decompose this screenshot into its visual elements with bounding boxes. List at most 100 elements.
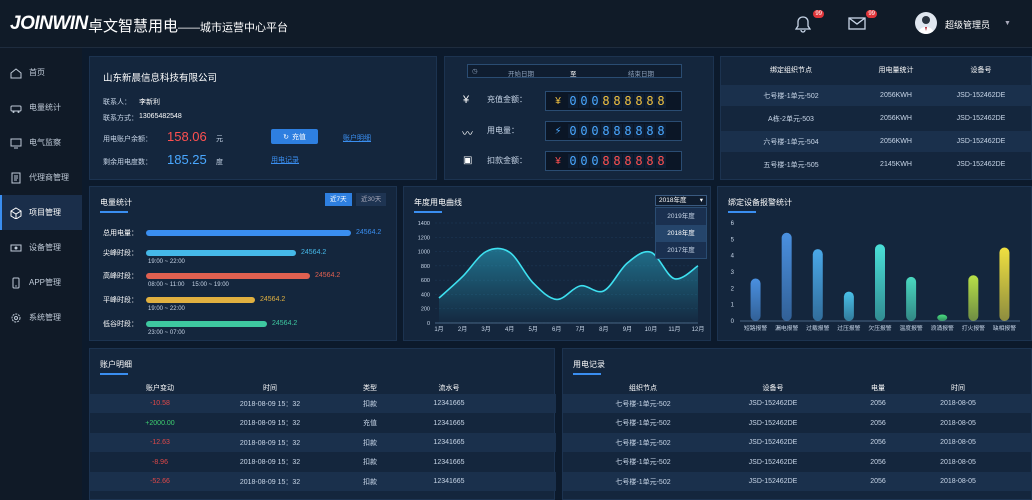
- top-bar: JOINWIN 卓文智慧用电——城市运营中心平台 99 99 超级管理员 ▼: [0, 0, 1032, 48]
- table-cell: JSD-152462DE: [956, 161, 1006, 168]
- sidebar-item-home[interactable]: 首页: [0, 55, 82, 90]
- time-range-label: 19:00 ~ 22:00: [148, 306, 185, 312]
- table-row: 六号楼-1单元-504 2056KWH JSD-152462DE: [721, 131, 1032, 152]
- counter-digit: 0: [590, 94, 600, 108]
- table-cell: JSD-152462DE: [748, 478, 798, 485]
- date-range[interactable]: ◷ 开始日期 至 结束日期: [467, 64, 682, 78]
- table-cell: 2018-08-05: [940, 478, 976, 485]
- sidebar-item-device[interactable]: 设备管理: [0, 230, 82, 265]
- end-date-input[interactable]: 结束日期: [628, 68, 654, 78]
- power-stat-value: 24564.2: [315, 272, 341, 279]
- sidebar-item-system[interactable]: 系统管理: [0, 300, 82, 335]
- x-tick-label: 5月: [529, 326, 538, 333]
- time-range-label: 15:00 ~ 19:00: [192, 282, 229, 288]
- y-tick-label: 1: [731, 303, 735, 309]
- table-cell: 2056: [870, 458, 886, 466]
- usage-counter: ⚡ 0 0 0 8 8 8 8 8 8: [545, 121, 682, 141]
- table-cell: JSD-152462DE: [956, 115, 1006, 122]
- table-row: -10.58 2018-08-09 15：32 扣款 12341665: [90, 394, 556, 413]
- yen-icon: ¥: [463, 94, 470, 106]
- table-cell: JSD-152462DE: [956, 92, 1006, 99]
- contact-value: 李新利: [139, 99, 160, 106]
- counter-digit: 8: [612, 94, 622, 108]
- accounts-panel: 账户明细 账户变动 时间 类型 流水号 -10.58 2018-08-09 15：…: [89, 348, 556, 500]
- counter-digit: 8: [634, 154, 644, 168]
- alarm-stats-chart: 绑定设备报警统计 0 1 2 3 4 5 6 短路报警 漏电报警 过载报警 过压报警 欠压报警 温度报警…: [717, 186, 1032, 341]
- x-tick-label: 缺相报警: [993, 324, 1016, 332]
- mail-icon[interactable]: 99: [848, 10, 877, 35]
- table-cell: 七号楼-1单元-502: [615, 400, 671, 408]
- sidebar-item-power-stats[interactable]: 电量统计: [0, 90, 82, 125]
- x-tick-label: 过压报警: [837, 324, 860, 332]
- bar-chart-svg: 0 1 2 3 4 5 6 短路报警 漏电报警 过载报警 过压报警 欠压报警 温度报警 浪涌报警 打火报警缺…: [731, 221, 1020, 332]
- bell-icon[interactable]: 99: [794, 10, 824, 35]
- sidebar-item-agent[interactable]: 代理商管理: [0, 160, 82, 195]
- x-tick-label: 10月: [645, 326, 658, 333]
- app-subtitle: ——城市运营中心平台: [178, 22, 289, 34]
- counter-digit: 0: [579, 154, 589, 168]
- year-option[interactable]: 2019年度: [656, 208, 706, 225]
- year-select[interactable]: 2018年度 ▾: [655, 195, 707, 206]
- table-cell: JSD-152462DE: [748, 439, 798, 446]
- wallet-icon: ▣: [463, 155, 473, 166]
- power-stat-bar: [146, 250, 296, 256]
- table-cell: 七号楼-1单元-502: [615, 420, 671, 427]
- user-name[interactable]: 超级管理员: [945, 18, 990, 31]
- time-cell: 2018-08-09 15：32: [239, 459, 301, 466]
- sidebar-item-app[interactable]: APP管理: [0, 265, 82, 300]
- table-row: 七号楼-1单元-502 2056KWH JSD-152462DE: [721, 85, 1032, 106]
- counters-panel: ◷ 开始日期 至 结束日期 ¥ 充值金额： ¥0 0 0 8 8 8 8 8 8 〰 用电量： …: [444, 56, 714, 180]
- sidebar-item-label: 电量统计: [29, 103, 61, 112]
- start-date-input[interactable]: 开始日期: [508, 68, 534, 78]
- table-row: -12.63 2018-08-09 15：32 扣款 12341665: [90, 433, 556, 452]
- tab-30days[interactable]: 近30天: [356, 193, 387, 206]
- x-tick-label: 4月: [505, 326, 514, 333]
- x-tick-label: 12月: [692, 326, 705, 333]
- y-tick-label: 0: [731, 319, 735, 325]
- home-icon: [10, 67, 22, 79]
- sidebar-item-label: 设备管理: [29, 243, 61, 252]
- balance-label: 用电账户余额：: [103, 136, 152, 143]
- document-icon: [10, 172, 22, 184]
- gear-icon: [10, 312, 22, 324]
- bar: [781, 232, 792, 321]
- table-cell: 七号楼-1单元-502: [615, 439, 671, 447]
- sidebar-item-monitor[interactable]: 电气监察: [0, 125, 82, 160]
- table-cell: 七号楼-1单元-502: [763, 92, 819, 100]
- sn-cell: 12341665: [433, 400, 465, 407]
- usage-record-link[interactable]: 用电记录: [271, 155, 299, 165]
- change-cell: -12.63: [150, 439, 170, 446]
- year-option[interactable]: 2018年度: [656, 225, 706, 242]
- table-row: 五号楼-1单元-505 2145KWH JSD-152462DE: [721, 154, 1032, 175]
- x-tick-label: 11月: [668, 326, 680, 333]
- avatar[interactable]: [915, 12, 937, 34]
- bar: [875, 244, 885, 321]
- counter-digit: 8: [612, 124, 622, 138]
- cube-icon: [10, 206, 22, 219]
- recharge-button[interactable]: ↻ 充值: [271, 129, 318, 144]
- monitor-icon: [10, 137, 22, 149]
- table-cell: 七号楼-1单元-502: [615, 478, 671, 486]
- table-cell: 五号楼-1单元-505: [763, 161, 819, 169]
- table-cell: JSD-152462DE: [748, 400, 798, 407]
- balance-unit: 元: [216, 136, 223, 143]
- chevron-down-icon[interactable]: ▼: [1004, 20, 1011, 27]
- table-row: 七号楼-1单元-502 JSD-152462DE 2056 2018-08-05: [563, 394, 1032, 413]
- counter-digit: 8: [656, 124, 666, 138]
- type-cell: 扣款: [363, 459, 377, 466]
- company-name: 山东新晨信息科技有限公司: [103, 73, 218, 84]
- power-stat-label: 高峰时段：: [103, 273, 138, 280]
- tab-7days[interactable]: 近7天: [325, 193, 352, 206]
- account-detail-link[interactable]: 账户明细: [343, 133, 371, 143]
- year-option[interactable]: 2017年度: [656, 242, 706, 259]
- counter-digit: 8: [623, 94, 633, 108]
- table-row: 七号楼-1单元-502 JSD-152462DE 2056 2018-08-05: [563, 414, 1032, 433]
- yen-sym-icon: ¥: [555, 95, 561, 107]
- sidebar-item-label: 代理商管理: [29, 173, 69, 182]
- year-dropdown: 2019年度 2018年度 2017年度: [655, 207, 707, 259]
- sidebar-item-project[interactable]: 项目管理: [0, 195, 82, 230]
- bar: [937, 314, 948, 321]
- y-tick-label: 600: [421, 278, 430, 284]
- bar: [906, 276, 917, 321]
- type-cell: 扣款: [363, 400, 377, 408]
